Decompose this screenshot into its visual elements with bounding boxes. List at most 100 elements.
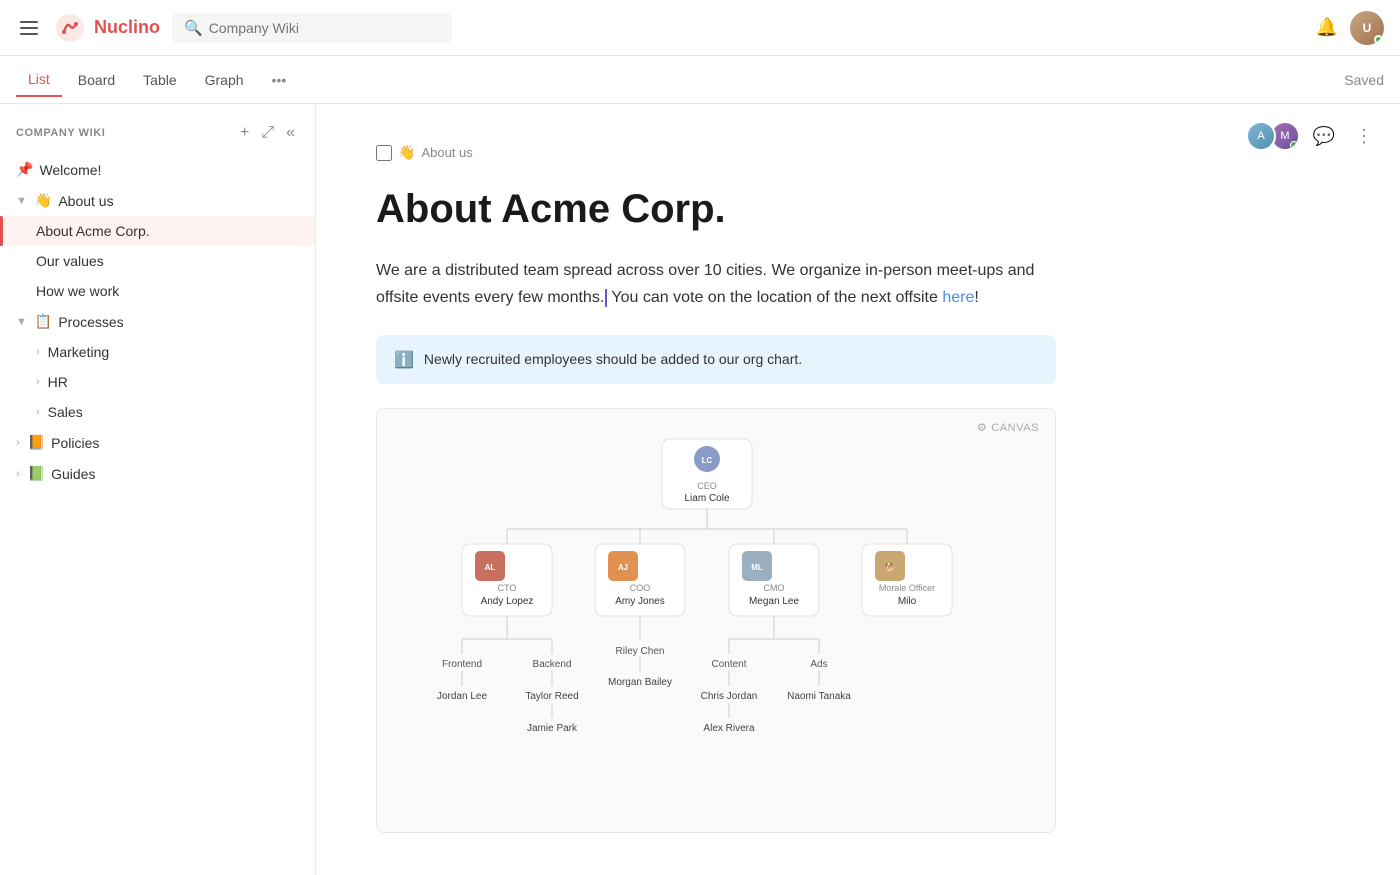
chevron-right-icon-guides: › <box>16 468 20 480</box>
svg-text:COO: COO <box>630 583 651 593</box>
more-options-button[interactable]: ⋮ <box>1348 120 1380 152</box>
info-icon: ℹ️ <box>394 350 414 370</box>
chevron-right-icon-policies: › <box>16 437 20 449</box>
search-bar[interactable]: 🔍 <box>172 13 452 43</box>
sidebar-icon-welcome: 📌 <box>16 161 33 178</box>
topbar: Nuclino 🔍 🔔 U <box>0 0 1400 56</box>
svg-text:Andy Lopez: Andy Lopez <box>481 596 534 607</box>
hamburger-menu[interactable] <box>16 17 42 39</box>
body-text-2: You can vote on the location of the next… <box>611 289 937 306</box>
svg-text:Amy Jones: Amy Jones <box>615 596 664 607</box>
document-title: About Acme Corp. <box>376 185 1340 233</box>
breadcrumb: 👋 About us <box>376 144 1340 161</box>
svg-text:LC: LC <box>702 456 713 465</box>
sidebar-label-welcome: Welcome! <box>39 162 277 178</box>
svg-text:Backend: Backend <box>533 659 572 670</box>
chevron-right-icon-marketing: › <box>36 346 40 358</box>
sidebar-label-hr: HR <box>48 374 277 390</box>
sidebar-item-processes[interactable]: ▼ 📋 Processes <box>0 306 315 337</box>
sidebar-item-guides[interactable]: › 📗 Guides <box>0 458 315 489</box>
search-icon: 🔍 <box>184 19 203 37</box>
comments-button[interactable]: 💬 <box>1308 120 1340 152</box>
sidebar-item-how-we-work[interactable]: How we work <box>0 276 315 306</box>
comment-icon: 💬 <box>1313 126 1335 147</box>
canvas-container: ⚙ CANVAS LC CEO Liam Cole <box>376 408 1056 833</box>
doc-checkbox[interactable] <box>376 145 392 161</box>
canvas-label-text: CANVAS <box>991 422 1039 434</box>
sidebar-item-about-us[interactable]: ▼ 👋 About us <box>0 185 315 216</box>
svg-text:AL: AL <box>485 563 496 572</box>
document-body: We are a distributed team spread across … <box>376 257 1056 311</box>
org-chart: LC CEO Liam Cole <box>397 429 1035 812</box>
text-cursor <box>605 289 607 307</box>
sidebar-label-how-we-work: How we work <box>36 283 277 299</box>
sidebar-item-welcome[interactable]: 📌 Welcome! <box>0 154 315 185</box>
sidebar-item-our-values[interactable]: Our values <box>0 246 315 276</box>
svg-text:Chris Jordan: Chris Jordan <box>701 691 758 702</box>
canvas-label: ⚙ CANVAS <box>977 421 1039 434</box>
svg-text:CMO: CMO <box>764 583 785 593</box>
tab-board[interactable]: Board <box>66 64 127 96</box>
layout: COMPANY WIKI + ⤢ « 📌 Welcome! ▼ 👋 About … <box>0 104 1400 875</box>
main-content: A M 💬 ⋮ 👋 About us About Acme Corp. <box>316 104 1400 875</box>
chevron-down-icon: ▼ <box>16 195 27 207</box>
sidebar-title: COMPANY WIKI <box>16 127 228 139</box>
canvas-icon: ⚙ <box>977 421 987 434</box>
logo[interactable]: Nuclino <box>54 12 160 44</box>
svg-text:Morale Officer: Morale Officer <box>879 583 935 593</box>
sidebar-icon-processes: 📋 <box>35 313 52 330</box>
topbar-right: 🔔 U <box>1316 11 1384 45</box>
svg-text:Alex Rivera: Alex Rivera <box>703 723 755 734</box>
sidebar-icon-about-us: 👋 <box>35 192 52 209</box>
collapse-icon[interactable]: « <box>282 120 299 146</box>
sidebar-label-processes: Processes <box>58 314 277 330</box>
chevron-right-icon-sales: › <box>36 406 40 418</box>
sidebar-item-marketing[interactable]: › Marketing <box>0 337 315 367</box>
content-toolbar: A M 💬 ⋮ <box>1252 120 1380 152</box>
notification-bell[interactable]: 🔔 <box>1316 17 1338 38</box>
sidebar-item-about-acme[interactable]: About Acme Corp. <box>0 216 315 246</box>
view-tabs: List Board Table Graph ••• Saved <box>0 56 1400 104</box>
kebab-icon: ⋮ <box>1355 126 1373 147</box>
expand-icon[interactable]: ⤢ <box>257 120 278 146</box>
sidebar-item-policies[interactable]: › 📙 Policies <box>0 427 315 458</box>
sidebar-label-about-acme: About Acme Corp. <box>36 223 277 239</box>
sidebar-item-sales[interactable]: › Sales <box>0 397 315 427</box>
tab-graph[interactable]: Graph <box>193 64 256 96</box>
sidebar-header: COMPANY WIKI + ⤢ « <box>0 112 315 154</box>
info-box: ℹ️ Newly recruited employees should be a… <box>376 335 1056 384</box>
chevron-down-icon-processes: ▼ <box>16 316 27 328</box>
svg-text:Jamie Park: Jamie Park <box>527 723 578 734</box>
svg-text:CTO: CTO <box>498 583 517 593</box>
svg-text:Ads: Ads <box>810 659 827 670</box>
sidebar-label-our-values: Our values <box>36 253 277 269</box>
saved-status: Saved <box>1344 72 1384 88</box>
org-chart-svg: LC CEO Liam Cole <box>397 429 1017 809</box>
svg-text:ML: ML <box>751 563 763 572</box>
more-options-icon[interactable]: ••• <box>264 64 295 96</box>
svg-text:Morgan Bailey: Morgan Bailey <box>608 677 672 688</box>
sidebar-label-sales: Sales <box>48 404 277 420</box>
tab-table[interactable]: Table <box>131 64 188 96</box>
logo-text: Nuclino <box>94 17 160 38</box>
svg-text:Milo: Milo <box>898 596 917 607</box>
tab-list[interactable]: List <box>16 63 62 97</box>
logo-icon <box>54 12 86 44</box>
here-link[interactable]: here <box>942 289 974 306</box>
svg-text:AJ: AJ <box>618 563 628 572</box>
breadcrumb-icon: 👋 <box>398 144 415 161</box>
sidebar: COMPANY WIKI + ⤢ « 📌 Welcome! ▼ 👋 About … <box>0 104 316 875</box>
svg-text:CEO: CEO <box>697 481 717 491</box>
chevron-right-icon-hr: › <box>36 376 40 388</box>
collaborator-avatars: A M <box>1252 121 1300 151</box>
svg-text:Content: Content <box>711 659 746 670</box>
sidebar-item-hr[interactable]: › HR <box>0 367 315 397</box>
add-item-button[interactable]: + <box>236 120 253 146</box>
sidebar-actions: + ⤢ « <box>236 120 299 146</box>
online-indicator <box>1374 35 1383 44</box>
svg-text:Jordan Lee: Jordan Lee <box>437 691 487 702</box>
svg-text:Naomi Tanaka: Naomi Tanaka <box>787 691 851 702</box>
search-input[interactable] <box>209 20 440 36</box>
user-avatar[interactable]: U <box>1350 11 1384 45</box>
sidebar-label-marketing: Marketing <box>48 344 277 360</box>
